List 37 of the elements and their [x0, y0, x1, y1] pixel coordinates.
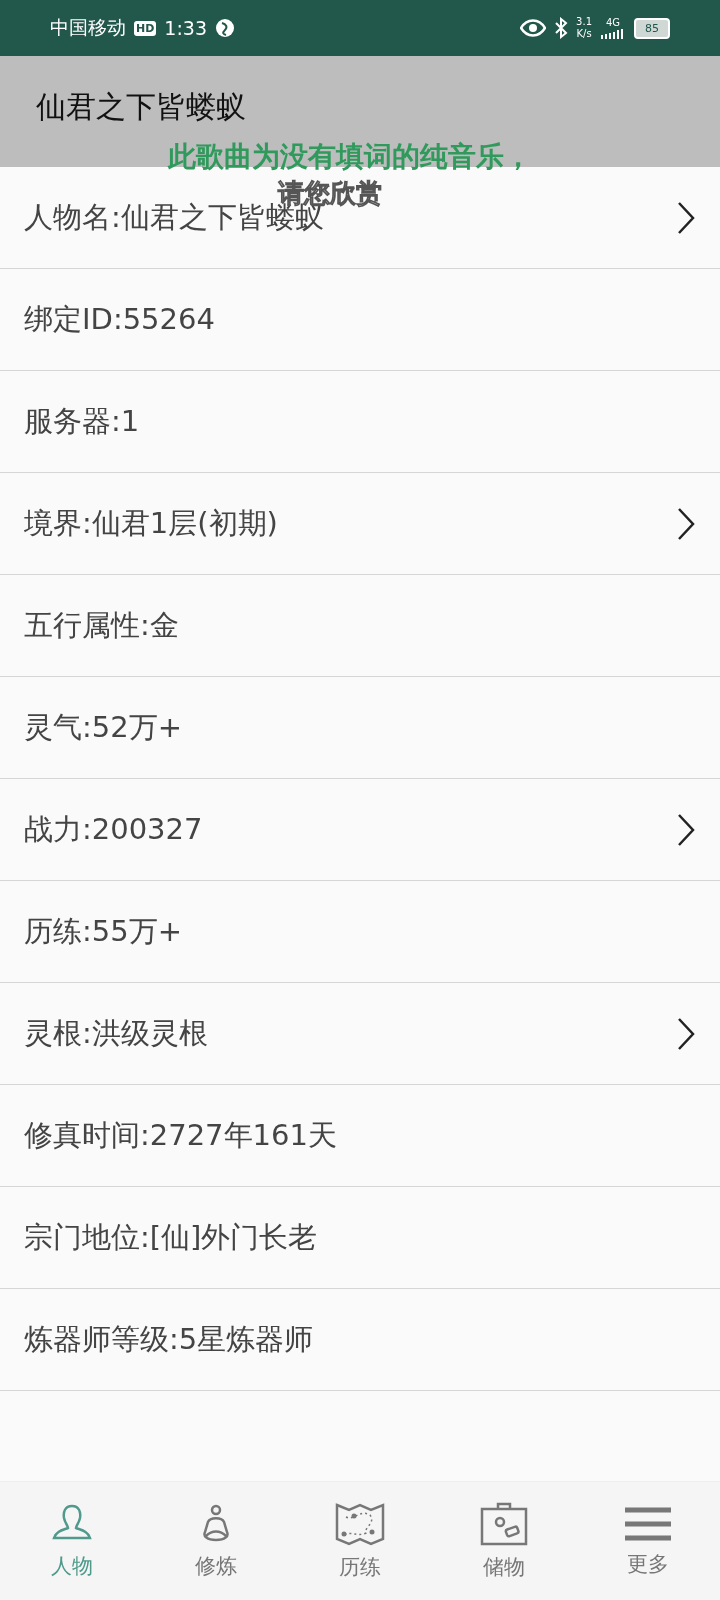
- nav-tab[interactable]: 修炼: [156, 1502, 276, 1580]
- row-text: 境界:仙君1层(初期): [24, 504, 279, 542]
- bluetooth-icon: [554, 17, 569, 39]
- row-text: 绑定ID:55264: [24, 300, 216, 338]
- hd-badge: HD: [134, 20, 157, 36]
- chevron-right-icon: [676, 506, 696, 541]
- info-row[interactable]: 战力:200327: [0, 779, 720, 881]
- nav-tab[interactable]: 历练: [300, 1501, 420, 1581]
- carrier-name: 中国移动: [50, 15, 126, 40]
- eye-icon: [520, 19, 547, 37]
- map-icon: [334, 1501, 386, 1547]
- row-text: 灵气:52万+: [24, 708, 183, 746]
- chevron-right-icon: [676, 200, 696, 235]
- clock: 1:33: [164, 17, 207, 39]
- row-text: 历练:55万+: [24, 912, 183, 950]
- chevron-right-icon: [676, 812, 696, 847]
- row-text: 宗门地位:[仙]外门长老: [24, 1218, 319, 1256]
- battery-indicator: 85: [634, 17, 670, 39]
- row-text: 灵根:洪级灵根: [24, 1014, 209, 1052]
- row-text: 战力:200327: [24, 810, 204, 848]
- speed-unit: K/s: [576, 28, 592, 40]
- info-row[interactable]: 灵根:洪级灵根: [0, 983, 720, 1085]
- nav-tab[interactable]: 人物: [12, 1502, 132, 1580]
- nav-tab[interactable]: 更多: [588, 1504, 708, 1578]
- nav-tab[interactable]: 储物: [444, 1501, 564, 1581]
- row-text: 服务器:1: [24, 402, 141, 440]
- page-title: 仙君之下皆蝼蚁: [36, 88, 246, 126]
- row-text: 五行属性:金: [24, 606, 180, 644]
- info-row[interactable]: 境界:仙君1层(初期): [0, 473, 720, 575]
- network-type: 4G: [605, 17, 621, 29]
- suitcase-icon: [479, 1501, 529, 1547]
- chevron-right-icon: [676, 1016, 696, 1051]
- speed-value: 3.1: [576, 16, 592, 28]
- row-text: 炼器师等级:5星炼器师: [24, 1320, 315, 1358]
- app-notification-icon: [215, 18, 235, 38]
- signal-icon: [600, 29, 626, 39]
- row-text: 修真时间:2727年161天: [24, 1116, 338, 1154]
